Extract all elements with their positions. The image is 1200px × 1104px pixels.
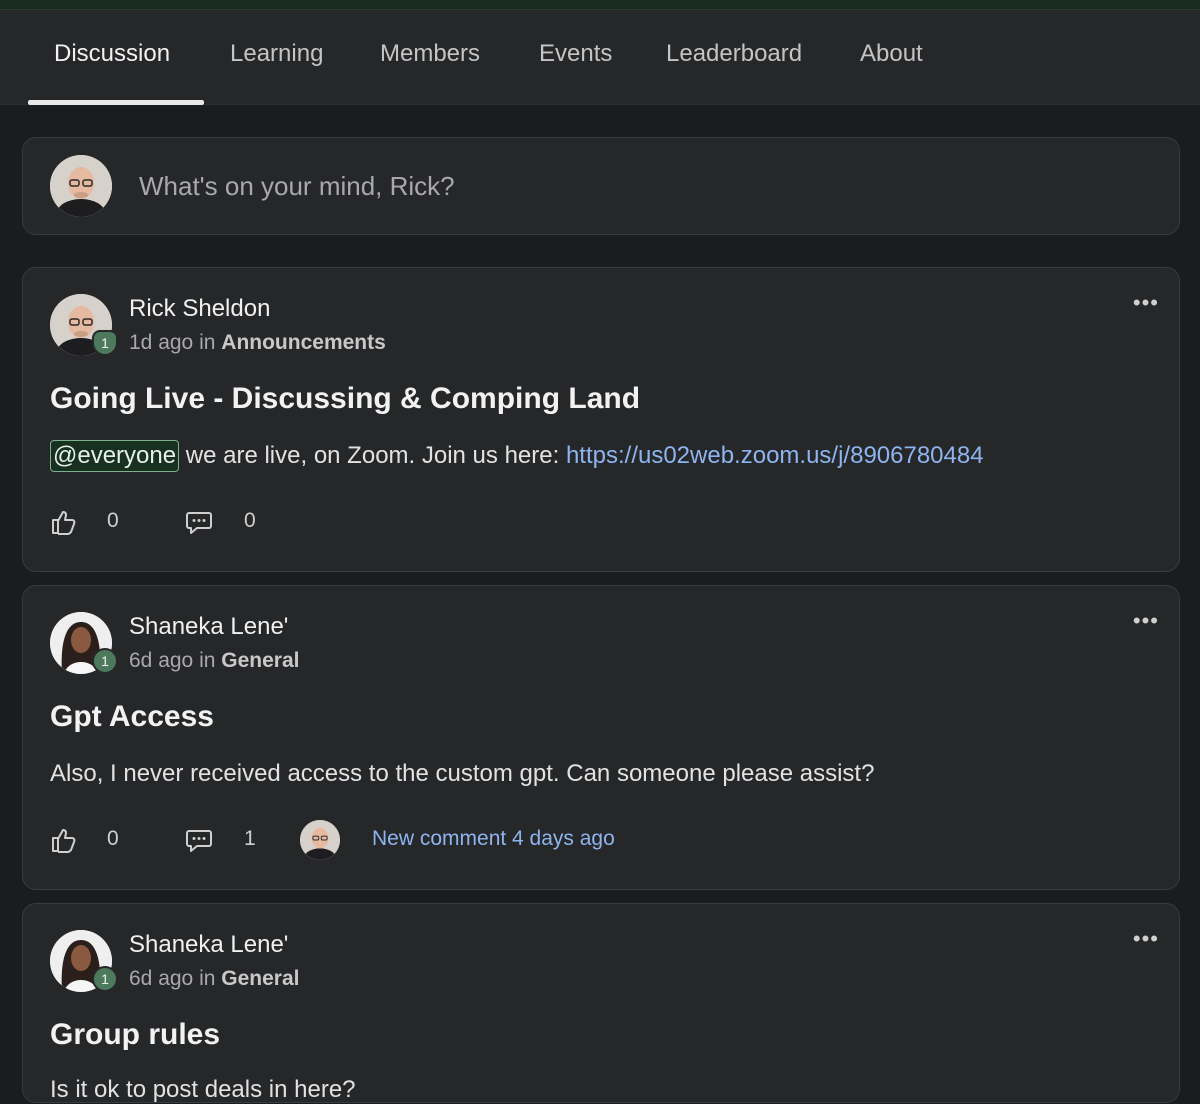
thumbs-up-icon[interactable]: [50, 826, 78, 854]
post-title[interactable]: Group rules: [50, 1018, 220, 1052]
tab-learning[interactable]: Learning: [230, 40, 323, 68]
post-body: Also, I never received access to the cus…: [50, 760, 875, 787]
post-actions: 0 0: [50, 502, 750, 542]
post-time: 6d ago: [129, 649, 194, 672]
level-badge: 1: [92, 330, 118, 356]
like-count: 0: [107, 827, 119, 850]
post-card[interactable]: 1 Rick Sheldon 1d ago in Announcements •…: [22, 267, 1180, 572]
level-badge: 1: [92, 648, 118, 674]
post-meta: 1d ago in Announcements: [129, 331, 386, 355]
mention-tag[interactable]: @everyone: [50, 440, 180, 472]
post-time: 1d ago: [129, 331, 194, 354]
active-tab-indicator: [28, 100, 204, 105]
author-avatar[interactable]: 1: [50, 294, 118, 360]
comment-count: 1: [244, 827, 256, 850]
post-card[interactable]: 1 Shaneka Lene' 6d ago in General ••• Gp…: [22, 585, 1180, 890]
post-card[interactable]: 1 Shaneka Lene' 6d ago in General ••• Gr…: [22, 903, 1180, 1103]
more-dots-icon[interactable]: •••: [1133, 926, 1159, 952]
tab-leaderboard[interactable]: Leaderboard: [666, 40, 802, 68]
post-category[interactable]: General: [221, 649, 299, 672]
comment-bubble-icon[interactable]: [185, 826, 213, 854]
top-strip: [0, 0, 1200, 10]
tab-about[interactable]: About: [860, 40, 923, 68]
avatar: [50, 155, 112, 217]
composer-placeholder[interactable]: What's on your mind, Rick?: [139, 171, 455, 202]
author-name[interactable]: Shaneka Lene': [129, 613, 288, 641]
level-badge: 1: [92, 966, 118, 992]
post-time: 6d ago: [129, 967, 194, 990]
in-word: in: [199, 649, 216, 672]
post-title[interactable]: Gpt Access: [50, 700, 214, 734]
in-word: in: [199, 967, 216, 990]
post-meta: 6d ago in General: [129, 967, 300, 991]
post-category[interactable]: Announcements: [221, 331, 386, 354]
like-count: 0: [107, 509, 119, 532]
post-actions: 0 1 New comment 4 days ago: [50, 820, 750, 860]
post-body: @everyone we are live, on Zoom. Join us …: [50, 440, 984, 472]
tab-events[interactable]: Events: [539, 40, 612, 68]
thumbs-up-icon[interactable]: [50, 508, 78, 536]
author-name[interactable]: Shaneka Lene': [129, 931, 288, 959]
comment-count: 0: [244, 509, 256, 532]
author-avatar[interactable]: 1: [50, 930, 118, 996]
post-composer[interactable]: What's on your mind, Rick?: [22, 137, 1180, 235]
more-dots-icon[interactable]: •••: [1133, 290, 1159, 316]
more-dots-icon[interactable]: •••: [1133, 608, 1159, 634]
post-category[interactable]: General: [221, 967, 299, 990]
post-title[interactable]: Going Live - Discussing & Comping Land: [50, 382, 640, 416]
new-comment-link[interactable]: New comment 4 days ago: [372, 827, 615, 851]
tab-members[interactable]: Members: [380, 40, 480, 68]
author-avatar[interactable]: 1: [50, 612, 118, 678]
in-word: in: [199, 331, 216, 354]
commenter-avatar[interactable]: [300, 820, 340, 860]
tab-bar: Discussion Learning Members Events Leade…: [0, 10, 1200, 105]
post-meta: 6d ago in General: [129, 649, 300, 673]
post-body-text: we are live, on Zoom. Join us here:: [185, 442, 560, 469]
zoom-link[interactable]: https://us02web.zoom.us/j/8906780484: [566, 442, 984, 469]
comment-bubble-icon[interactable]: [185, 508, 213, 536]
tab-discussion[interactable]: Discussion: [54, 40, 170, 68]
author-name[interactable]: Rick Sheldon: [129, 295, 270, 323]
post-body: Is it ok to post deals in here?: [50, 1076, 356, 1103]
user-avatar-rick: [50, 155, 112, 217]
